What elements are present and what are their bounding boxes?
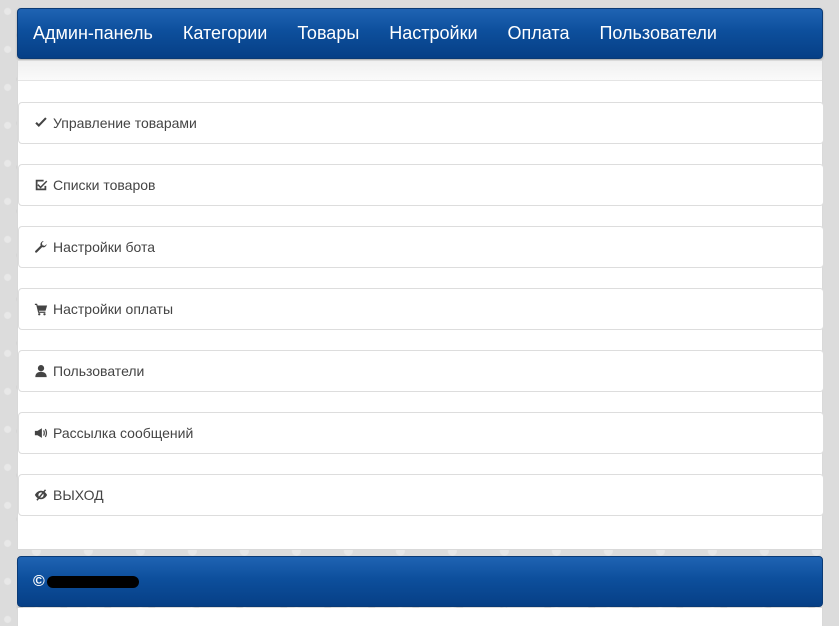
- menu-item-payment-settings[interactable]: Настройки оплаты: [18, 288, 824, 330]
- menu-item-manage-products[interactable]: Управление товарами: [18, 102, 824, 144]
- menu-item-product-lists[interactable]: Списки товаров: [18, 164, 824, 206]
- user-icon: [34, 364, 48, 378]
- checkmark-icon: [34, 116, 48, 130]
- menu-item-broadcast[interactable]: Рассылка сообщений: [18, 412, 824, 454]
- main-panel: Управление товарами Списки товаров Настр…: [17, 60, 824, 550]
- menu-item-bot-settings[interactable]: Настройки бота: [18, 226, 824, 268]
- menu-item-logout[interactable]: ВЫХОД: [18, 474, 824, 516]
- nav-payment[interactable]: Оплата: [493, 8, 585, 59]
- panel-header: [18, 61, 822, 81]
- cart-icon: [34, 302, 48, 316]
- menu-item-label: Настройки бота: [53, 239, 156, 255]
- copyright-symbol: ©: [33, 572, 45, 590]
- eye-slash-icon: [34, 488, 48, 502]
- nav-categories[interactable]: Категории: [168, 8, 282, 59]
- footer-bar: ©: [17, 556, 823, 607]
- megaphone-icon: [34, 426, 48, 440]
- wrench-icon: [34, 240, 48, 254]
- bottom-strip: [17, 608, 823, 626]
- menu-item-label: Пользователи: [53, 363, 145, 379]
- nav-settings[interactable]: Настройки: [374, 8, 492, 59]
- nav-products[interactable]: Товары: [282, 8, 374, 59]
- top-navbar: Админ-панель Категории Товары Настройки …: [17, 8, 823, 59]
- menu-item-label: Управление товарами: [53, 115, 197, 131]
- nav-users[interactable]: Пользователи: [584, 8, 731, 59]
- menu-item-users[interactable]: Пользователи: [18, 350, 824, 392]
- menu-item-label: Рассылка сообщений: [53, 425, 194, 441]
- menu-item-label: Списки товаров: [53, 177, 156, 193]
- menu-item-label: ВЫХОД: [53, 487, 104, 503]
- checkbox-icon: [34, 178, 48, 192]
- menu-item-label: Настройки оплаты: [53, 301, 174, 317]
- redacted-text: [46, 575, 139, 588]
- nav-admin-panel[interactable]: Админ-панель: [18, 8, 168, 59]
